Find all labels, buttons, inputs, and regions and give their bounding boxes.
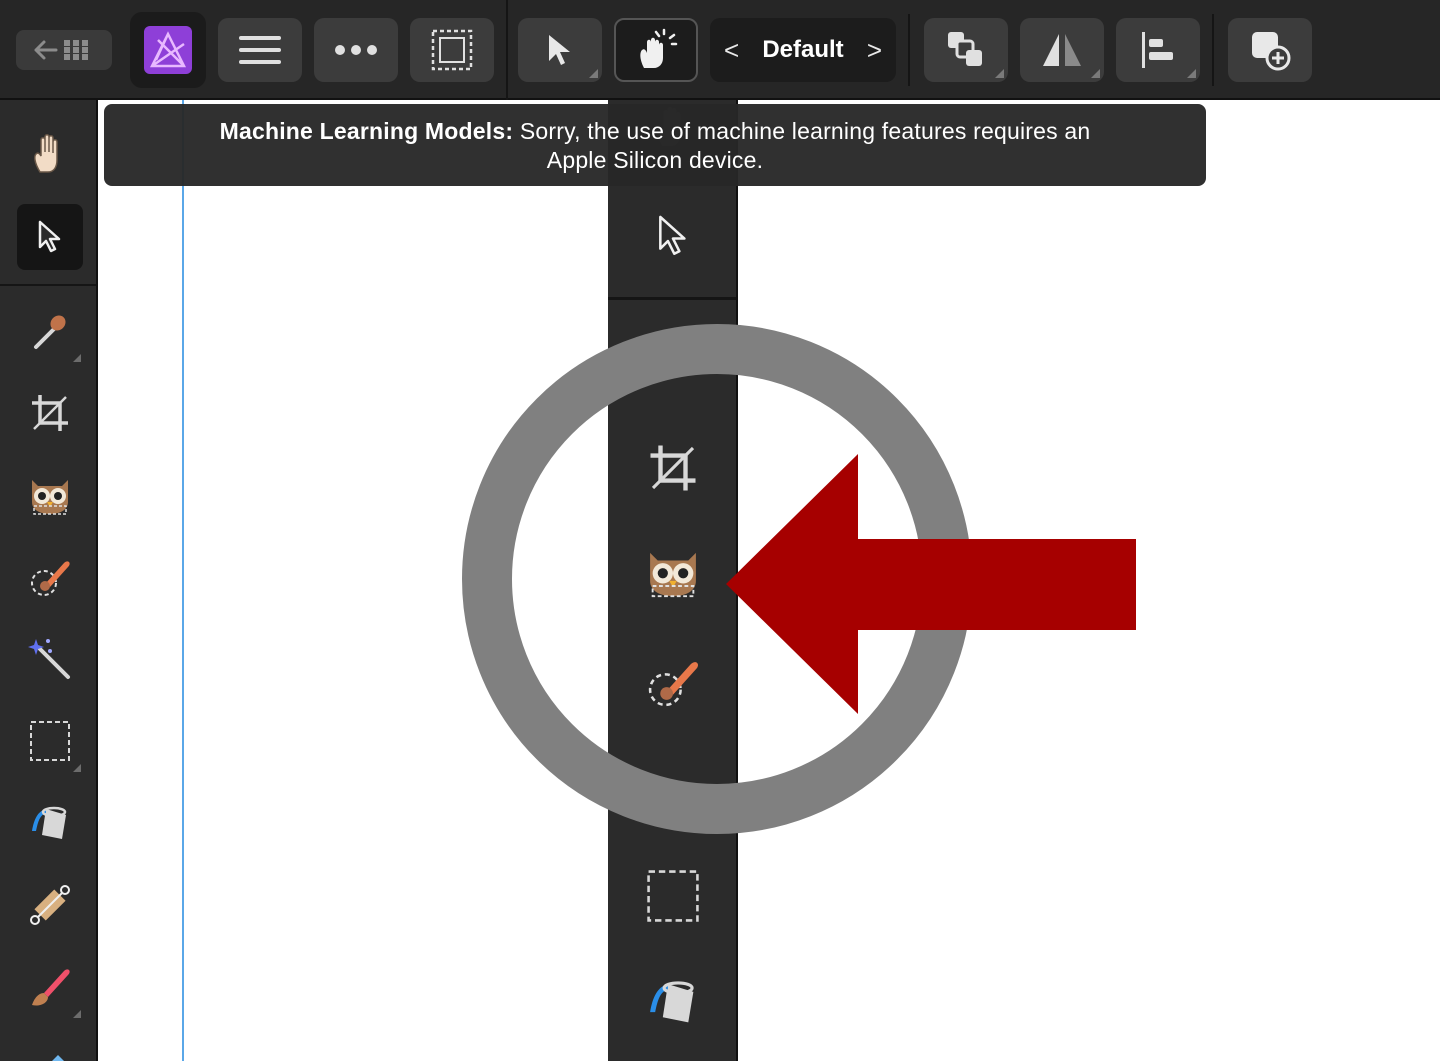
flood-fill-tool[interactable] [17, 790, 83, 856]
preset-selector[interactable]: < Default > [710, 18, 896, 82]
crop-icon [32, 395, 68, 431]
flood-fill-icon [650, 981, 694, 1023]
gradient-icon [30, 885, 70, 925]
affinity-photo-persona-icon [144, 26, 192, 74]
flip-icon [1043, 34, 1081, 66]
eraser-tool[interactable] [17, 1036, 83, 1061]
submenu-corner [73, 764, 81, 772]
zoomed-toolbar-image [608, 100, 738, 1061]
zoomed-move-tool [633, 196, 713, 276]
magic-wand-tool[interactable] [17, 626, 83, 692]
paint-brush-icon [32, 969, 70, 1006]
tools-divider [0, 284, 96, 286]
banner-line-1: Machine Learning Models: Sorry, the use … [104, 117, 1206, 146]
gradient-tool[interactable] [17, 872, 83, 938]
move-tool-button[interactable] [518, 18, 602, 82]
magic-wand-icon [28, 639, 70, 679]
back-to-gallery-icon [34, 40, 88, 60]
add-layer-icon [1252, 32, 1291, 71]
arrange-button[interactable] [924, 18, 1008, 82]
paint-brush-tool[interactable] [17, 954, 83, 1020]
toolbar-divider [908, 14, 910, 86]
selection-brush-icon [648, 662, 699, 707]
document-canvas[interactable] [100, 100, 1440, 1061]
add-layer-button[interactable] [1228, 18, 1312, 82]
zoomed-color-picker-tool [633, 320, 713, 400]
color-picker-icon [34, 315, 66, 349]
owl-subject-selection-icon [650, 552, 696, 598]
more-button[interactable] [314, 18, 398, 82]
flood-fill-icon [32, 806, 67, 839]
touch-gesture-icon [640, 28, 678, 68]
banner-message-line1: Sorry, the use of machine learning featu… [519, 118, 1091, 144]
zoomed-crop-tool [633, 428, 713, 508]
submenu-corner [995, 69, 1004, 78]
touch-gesture-button[interactable] [614, 18, 698, 82]
rectangle-marquee-icon [30, 721, 70, 761]
arrange-icon [948, 32, 982, 66]
menu-button[interactable] [218, 18, 302, 82]
crop-icon [650, 445, 696, 491]
submenu-corner [73, 1010, 81, 1018]
zoomed-selection-brush-tool [633, 642, 713, 722]
top-toolbar: < Default > [0, 0, 1440, 100]
banner-title: Machine Learning Models: [219, 118, 514, 144]
banner-message-line2: Apple Silicon device. [546, 147, 764, 173]
zoomed-flood-fill-tool [633, 962, 713, 1042]
ml-unsupported-banner: Machine Learning Models: Sorry, the use … [104, 104, 1206, 186]
selection-brush-tool[interactable] [17, 544, 83, 610]
hand-icon [34, 134, 58, 173]
back-to-gallery-button[interactable] [16, 30, 112, 70]
submenu-corner [589, 69, 598, 78]
menu-icon [239, 36, 281, 64]
zoomed-rectangle-marquee-tool [633, 856, 713, 936]
selection-brush-icon [31, 561, 70, 596]
crop-tool[interactable] [17, 380, 83, 446]
move-tool[interactable] [17, 204, 83, 270]
toolbar-divider [506, 0, 508, 100]
color-picker-icon [653, 340, 693, 383]
flip-button[interactable] [1020, 18, 1104, 82]
submenu-corner [73, 354, 81, 362]
move-tool-icon [549, 35, 570, 65]
selection-marquee-icon [431, 29, 473, 71]
tools-panel [0, 100, 98, 1061]
color-picker-tool[interactable] [17, 298, 83, 364]
submenu-corner [1187, 69, 1196, 78]
preset-prev-button[interactable]: < [724, 35, 739, 66]
rectangle-marquee-tool[interactable] [17, 708, 83, 774]
owl-subject-selection-icon [32, 480, 68, 515]
align-icon [1142, 32, 1173, 68]
hand-tool[interactable] [17, 120, 83, 186]
zoomed-subject-selection-tool [633, 532, 713, 612]
selection-button[interactable] [410, 18, 494, 82]
submenu-corner [1091, 69, 1100, 78]
photo-persona-button[interactable] [130, 12, 206, 88]
toolbar-divider [1212, 14, 1214, 86]
align-button[interactable] [1116, 18, 1200, 82]
subject-selection-tool[interactable] [17, 462, 83, 528]
guide-line [182, 100, 184, 1061]
rectangle-marquee-icon [647, 870, 699, 922]
move-tool-icon [38, 220, 61, 253]
zoomed-divider [608, 297, 736, 300]
preset-next-button[interactable]: > [867, 35, 882, 66]
move-tool-icon [659, 215, 686, 255]
more-icon [335, 45, 377, 55]
preset-label: Default [762, 36, 844, 63]
eraser-icon [52, 1055, 64, 1061]
